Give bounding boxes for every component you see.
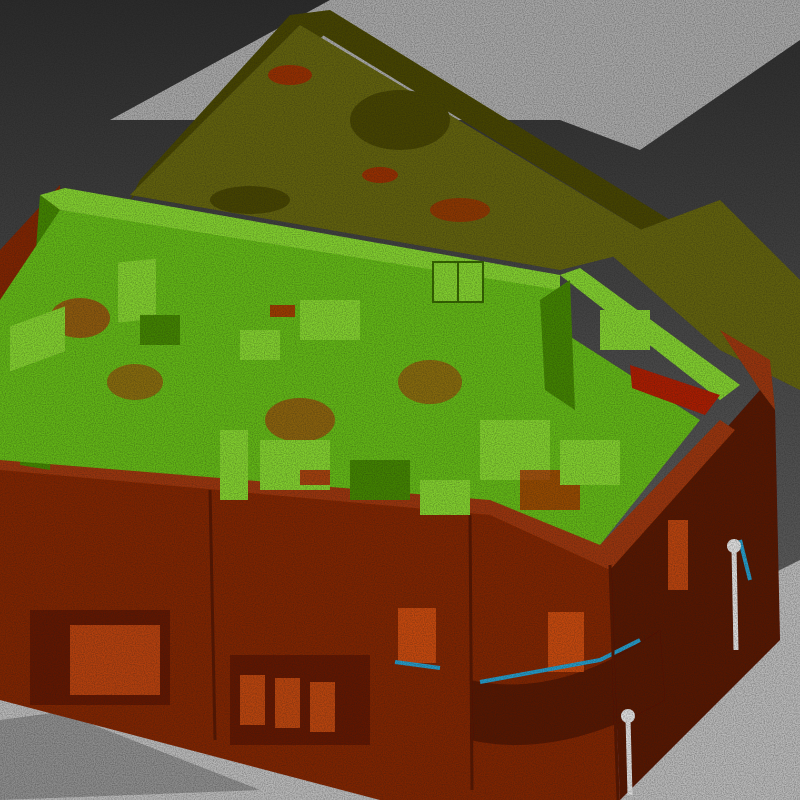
speckle-overlay [0,0,800,800]
point-cloud-view [0,0,800,800]
